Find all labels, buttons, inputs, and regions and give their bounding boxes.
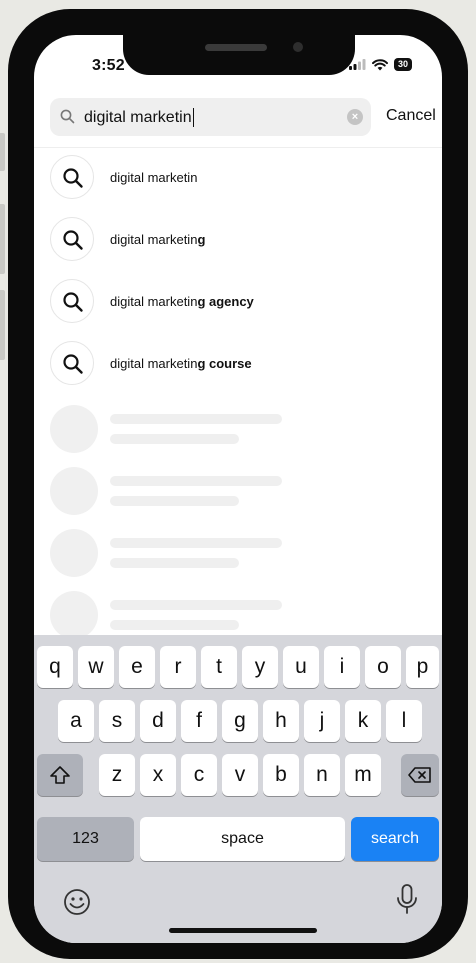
wifi-icon	[371, 58, 388, 70]
suggestion-item[interactable]: digital marketing	[50, 217, 430, 265]
key-o[interactable]: o	[365, 646, 401, 688]
placeholder-line	[110, 496, 239, 506]
cancel-button[interactable]: Cancel	[386, 107, 436, 125]
front-camera	[293, 42, 303, 52]
key-r[interactable]: r	[160, 646, 196, 688]
shift-key[interactable]	[37, 754, 83, 796]
loading-placeholder	[50, 467, 350, 515]
loading-placeholder	[50, 529, 350, 577]
key-l[interactable]: l	[386, 700, 422, 742]
placeholder-line	[110, 414, 282, 424]
emoji-icon[interactable]	[62, 887, 92, 917]
search-bar-row: digital marketin × Cancel	[50, 98, 442, 138]
key-h[interactable]: h	[263, 700, 299, 742]
key-p[interactable]: p	[406, 646, 439, 688]
key-x[interactable]: x	[140, 754, 176, 796]
home-indicator	[169, 928, 317, 933]
status-icons: 30	[348, 58, 412, 71]
volume-down-button	[0, 290, 5, 360]
key-k[interactable]: k	[345, 700, 381, 742]
suggestion-item[interactable]: digital marketing agency	[50, 279, 430, 327]
backspace-icon	[408, 767, 431, 783]
key-f[interactable]: f	[181, 700, 217, 742]
key-j[interactable]: j	[304, 700, 340, 742]
suggestion-search-icon	[50, 217, 94, 261]
silent-switch	[0, 133, 5, 171]
key-y[interactable]: y	[242, 646, 278, 688]
key-g[interactable]: g	[222, 700, 258, 742]
volume-up-button	[0, 204, 5, 274]
battery-icon: 30	[393, 58, 412, 71]
key-t[interactable]: t	[201, 646, 237, 688]
signal-icon	[348, 59, 366, 70]
speaker-grille	[205, 44, 267, 51]
shift-icon	[50, 766, 70, 784]
key-d[interactable]: d	[140, 700, 176, 742]
key-m[interactable]: m	[345, 754, 381, 796]
search-key[interactable]: search	[351, 817, 439, 861]
suggestion-label: digital marketing agency	[110, 294, 254, 309]
search-query-text: digital marketin	[84, 108, 194, 127]
phone-screen: 3:52 30 digital marketin × Cancel digita…	[34, 35, 442, 943]
suggestion-item[interactable]: digital marketing course	[50, 341, 430, 389]
search-input[interactable]: digital marketin ×	[50, 98, 371, 136]
suggestion-label: digital marketing	[110, 232, 206, 247]
clear-icon[interactable]: ×	[347, 109, 363, 125]
divider	[34, 147, 442, 148]
suggestion-search-icon	[50, 341, 94, 385]
key-s[interactable]: s	[99, 700, 135, 742]
placeholder-line	[110, 476, 282, 486]
key-i[interactable]: i	[324, 646, 360, 688]
key-u[interactable]: u	[283, 646, 319, 688]
keyboard: q w e r t y u i o p a s d f g h j k l z	[34, 635, 442, 943]
suggestion-label: digital marketing course	[110, 356, 252, 371]
key-w[interactable]: w	[78, 646, 114, 688]
loading-placeholder	[50, 405, 350, 453]
delete-key[interactable]	[401, 754, 439, 796]
suggestion-search-icon	[50, 279, 94, 323]
placeholder-line	[110, 558, 239, 568]
placeholder-avatar	[50, 467, 98, 515]
placeholder-avatar	[50, 591, 98, 639]
key-b[interactable]: b	[263, 754, 299, 796]
phone-frame: 3:52 30 digital marketin × Cancel digita…	[8, 9, 468, 959]
space-key[interactable]: space	[140, 817, 345, 861]
search-icon	[60, 109, 75, 124]
placeholder-avatar	[50, 405, 98, 453]
key-q[interactable]: q	[37, 646, 73, 688]
suggestion-item[interactable]: digital marketin	[50, 155, 430, 203]
placeholder-avatar	[50, 529, 98, 577]
placeholder-line	[110, 538, 282, 548]
suggestion-label: digital marketin	[110, 170, 198, 185]
key-c[interactable]: c	[181, 754, 217, 796]
loading-placeholder	[50, 591, 350, 639]
key-z[interactable]: z	[99, 754, 135, 796]
key-n[interactable]: n	[304, 754, 340, 796]
placeholder-line	[110, 620, 239, 630]
notch	[123, 35, 355, 75]
key-e[interactable]: e	[119, 646, 155, 688]
key-v[interactable]: v	[222, 754, 258, 796]
placeholder-line	[110, 434, 239, 444]
suggestion-search-icon	[50, 155, 94, 199]
status-time: 3:52	[92, 57, 125, 74]
placeholder-line	[110, 600, 282, 610]
numbers-key[interactable]: 123	[37, 817, 134, 861]
key-a[interactable]: a	[58, 700, 94, 742]
microphone-icon[interactable]	[395, 883, 419, 917]
